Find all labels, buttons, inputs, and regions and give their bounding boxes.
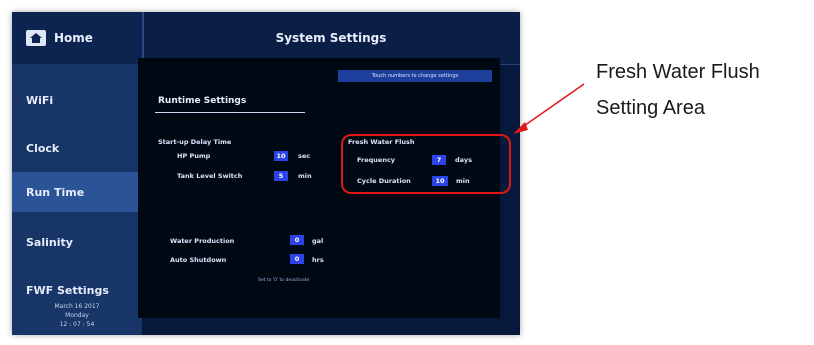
callout-line-2: Setting Area (596, 97, 705, 119)
callout-arrow (513, 83, 585, 134)
callout-line-1: Fresh Water Flush (596, 61, 760, 83)
callout-text: Fresh Water Flush Setting Area (596, 54, 760, 126)
